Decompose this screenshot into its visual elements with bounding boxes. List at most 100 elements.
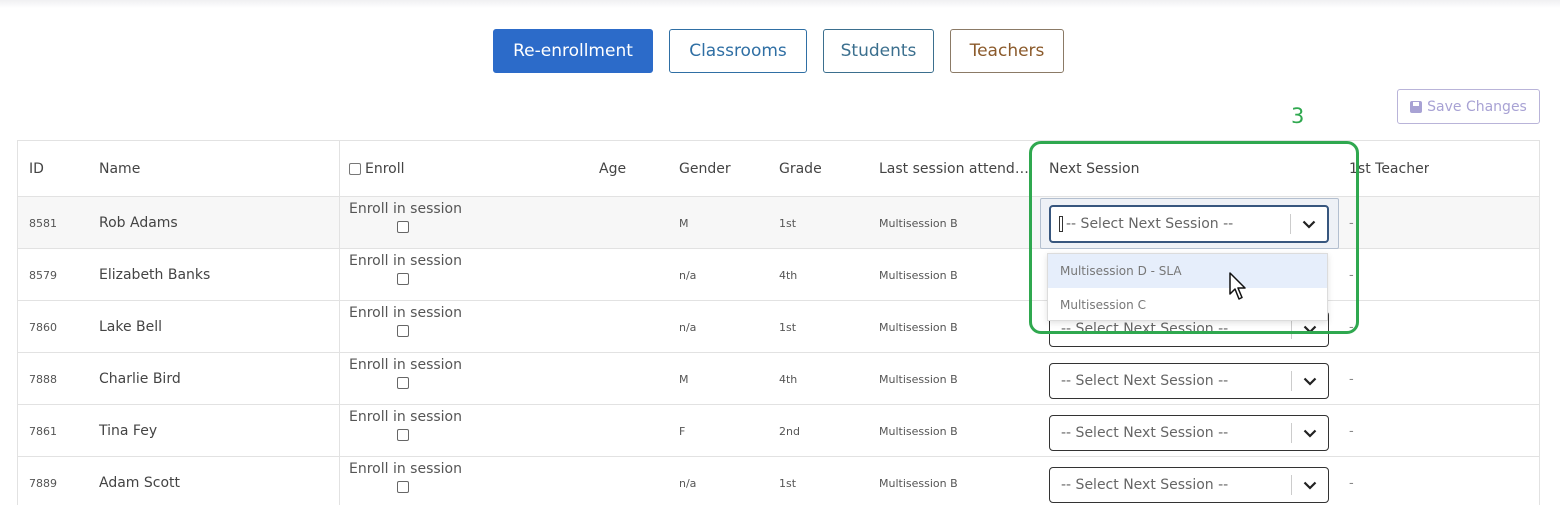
select-placeholder: -- Select Next Session -- (1061, 321, 1229, 337)
text-cursor (1059, 216, 1063, 232)
enroll-checkbox[interactable] (397, 377, 409, 389)
enroll-cell: Enroll in session (349, 305, 462, 337)
enroll-label: Enroll in session (349, 461, 462, 477)
student-grade: 1st (779, 216, 797, 230)
enroll-checkbox[interactable] (397, 273, 409, 285)
enroll-label: Enroll in session (349, 305, 462, 321)
next-session-select[interactable]: -- Select Next Session -- (1049, 363, 1329, 399)
student-gender: n/a (679, 268, 697, 282)
header-first-teacher: 1st Teacher (1349, 141, 1429, 197)
enroll-checkbox[interactable] (397, 429, 409, 441)
student-id: 7860 (29, 320, 57, 334)
enroll-cell: Enroll in session (349, 461, 462, 493)
last-session: Multisession B (879, 268, 958, 282)
dropdown-option[interactable]: Multisession C (1048, 288, 1327, 322)
student-id: 8581 (29, 216, 57, 230)
table-row: 7889 Adam Scott Enroll in session n/a 1s… (18, 457, 1539, 505)
select-value: -- Select Next Session -- (1051, 216, 1290, 232)
header-enroll-label: Enroll (365, 161, 405, 177)
column-divider (339, 141, 340, 505)
enroll-cell: Enroll in session (349, 253, 462, 285)
chevron-down-icon[interactable] (1292, 416, 1328, 450)
student-id: 7861 (29, 424, 57, 438)
chevron-down-icon[interactable] (1292, 364, 1328, 398)
enroll-label: Enroll in session (349, 357, 462, 373)
dropdown-option[interactable]: Multisession D - SLA (1048, 254, 1327, 288)
last-session: Multisession B (879, 320, 958, 334)
select-placeholder: -- Select Next Session -- (1061, 425, 1229, 441)
enroll-checkbox[interactable] (397, 481, 409, 493)
student-grade: 4th (779, 372, 798, 386)
header-age: Age (599, 141, 626, 197)
enroll-label: Enroll in session (349, 201, 462, 217)
floppy-disk-icon (1410, 100, 1423, 113)
save-changes-label: Save Changes (1427, 98, 1527, 115)
student-name: Lake Bell (99, 319, 163, 335)
enroll-cell: Enroll in session (349, 201, 462, 233)
student-name: Adam Scott (99, 475, 181, 491)
next-session-select[interactable]: -- Select Next Session -- (1049, 205, 1329, 243)
enroll-label: Enroll in session (349, 409, 462, 425)
first-teacher: - (1349, 423, 1354, 439)
student-id: 7888 (29, 372, 57, 386)
table-row: 8581 Rob Adams Enroll in session M 1st M… (18, 197, 1539, 249)
tab-classrooms[interactable]: Classrooms (669, 29, 807, 73)
student-grade: 1st (779, 476, 797, 490)
select-placeholder: -- Select Next Session -- (1066, 216, 1234, 232)
enroll-label: Enroll in session (349, 253, 462, 269)
last-session: Multisession B (879, 372, 958, 386)
table-row: 7861 Tina Fey Enroll in session F 2nd Mu… (18, 405, 1539, 457)
student-gender: F (679, 424, 686, 438)
first-teacher: - (1349, 215, 1354, 231)
next-session-select[interactable]: -- Select Next Session -- (1049, 415, 1329, 451)
student-name: Elizabeth Banks (99, 267, 211, 283)
chevron-down-icon[interactable] (1292, 468, 1328, 502)
header-next-session: Next Session (1049, 141, 1139, 197)
student-id: 7889 (29, 476, 57, 490)
student-name: Rob Adams (99, 215, 178, 231)
header-enroll: Enroll (349, 141, 405, 197)
first-teacher: - (1349, 371, 1354, 387)
student-gender: n/a (679, 476, 697, 490)
last-session: Multisession B (879, 424, 958, 438)
first-teacher: - (1349, 475, 1354, 491)
student-gender: M (679, 216, 689, 230)
header-last-session: Last session attend… (879, 141, 1029, 197)
student-grade: 1st (779, 320, 797, 334)
chevron-down-icon[interactable] (1291, 207, 1327, 241)
table-row: 7888 Charlie Bird Enroll in session M 4t… (18, 353, 1539, 405)
select-placeholder: -- Select Next Session -- (1061, 477, 1229, 493)
student-gender: M (679, 372, 689, 386)
student-name: Tina Fey (99, 423, 158, 439)
enroll-checkbox[interactable] (397, 221, 409, 233)
last-session: Multisession B (879, 216, 958, 230)
header-name: Name (99, 141, 140, 197)
student-grade: 4th (779, 268, 798, 282)
tab-students[interactable]: Students (823, 29, 934, 73)
student-id: 8579 (29, 268, 57, 282)
enroll-cell: Enroll in session (349, 409, 462, 441)
enroll-all-checkbox[interactable] (349, 163, 361, 175)
mouse-cursor-icon (1229, 272, 1246, 300)
select-placeholder: -- Select Next Session -- (1061, 373, 1229, 389)
enroll-cell: Enroll in session (349, 357, 462, 389)
student-name: Charlie Bird (99, 371, 181, 387)
last-session: Multisession B (879, 476, 958, 490)
tab-re-enrollment[interactable]: Re-enrollment (493, 29, 653, 73)
tab-teachers[interactable]: Teachers (950, 29, 1064, 73)
save-changes-button[interactable]: Save Changes (1397, 89, 1540, 124)
top-shadow (0, 0, 1560, 8)
header-id: ID (29, 161, 44, 177)
first-teacher: - (1349, 319, 1354, 335)
header-grade: Grade (779, 141, 822, 197)
next-session-dropdown-menu: Multisession D - SLA Multisession C (1047, 253, 1328, 321)
annotation-number: 3 (1291, 104, 1305, 128)
enroll-checkbox[interactable] (397, 325, 409, 337)
header-gender: Gender (679, 141, 731, 197)
student-gender: n/a (679, 320, 697, 334)
students-table: ID Name Enroll Age Gender Grade Last ses… (17, 140, 1540, 505)
table-header: ID Name Enroll Age Gender Grade Last ses… (18, 141, 1539, 197)
student-grade: 2nd (779, 424, 800, 438)
next-session-select[interactable]: -- Select Next Session -- (1049, 467, 1329, 503)
first-teacher: - (1349, 267, 1354, 283)
